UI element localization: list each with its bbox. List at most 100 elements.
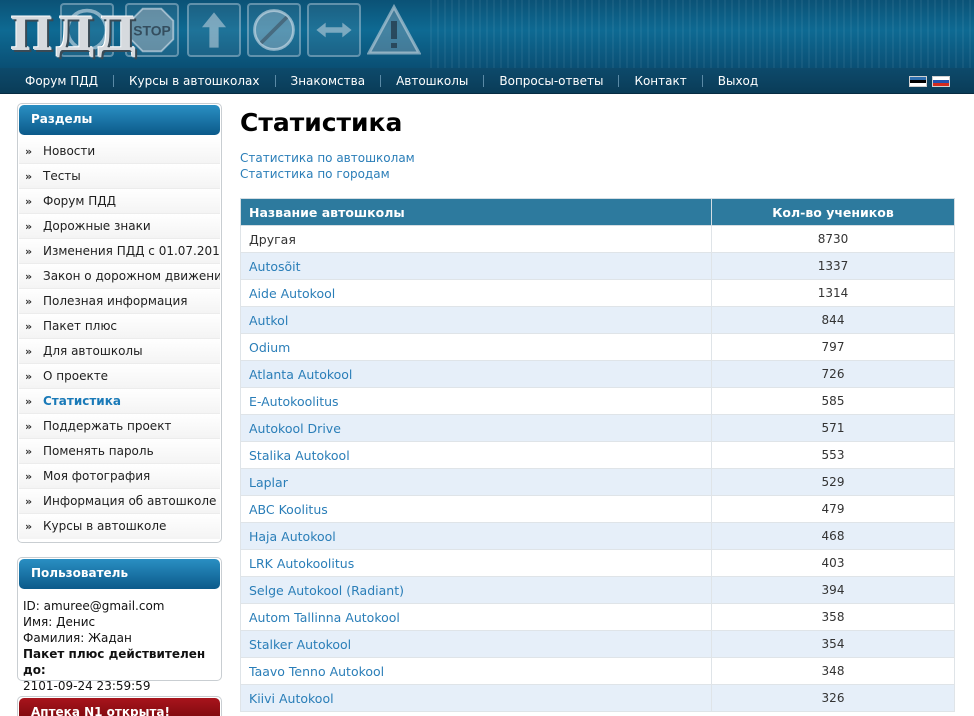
table-row: Autkol 844	[240, 306, 955, 334]
school-name-link[interactable]: E-Autokoolitus	[240, 387, 712, 415]
table-row: E-Autokoolitus 585	[240, 387, 955, 415]
school-name-link[interactable]: Odium	[240, 333, 712, 361]
user-info: ID: amuree@gmail.com Имя: Денис Фамилия:…	[18, 590, 221, 700]
school-name: Другая	[240, 225, 712, 253]
no-restriction-sign-icon	[247, 3, 301, 57]
nav-driving-courses[interactable]: Курсы в автошколах	[114, 74, 274, 88]
nav-logout[interactable]: Выход	[703, 74, 773, 88]
menu-item-label: Форум ПДД	[43, 194, 117, 208]
menu-bullet-icon: »	[25, 245, 33, 258]
student-count: 403	[711, 549, 955, 577]
menu-bullet-icon: »	[25, 220, 33, 233]
menu-item-label: Изменения ПДД с 01.07.2011 г.	[43, 244, 220, 258]
table-row: Autosõit 1337	[240, 252, 955, 280]
sections-menu: » Новости » Тесты » Форум ПДД » Дорожные зна…	[18, 136, 221, 542]
school-name-link[interactable]: LRK Autokoolitus	[240, 549, 712, 577]
school-name-link[interactable]: Haja Autokool	[240, 522, 712, 550]
nav-contact[interactable]: Контакт	[619, 74, 701, 88]
menu-item-my-photo[interactable]: » Моя фотография	[19, 464, 220, 489]
table-row: Stalker Autokool 354	[240, 630, 955, 658]
page-title: Статистика	[240, 108, 403, 137]
nav-dating[interactable]: Знакомства	[276, 74, 381, 88]
menu-item-useful-info[interactable]: » Полезная информация	[19, 289, 220, 314]
menu-item-school-courses[interactable]: » Курсы в автошколе	[19, 514, 220, 539]
table-row: Aide Autokool 1314	[240, 279, 955, 307]
student-count: 468	[711, 522, 955, 550]
menu-item-change-password[interactable]: » Поменять пароль	[19, 439, 220, 464]
svg-text:STOP: STOP	[133, 23, 171, 39]
menu-item-road-signs[interactable]: » Дорожные знаки	[19, 214, 220, 239]
user-last-name: Фамилия: Жадан	[23, 631, 132, 645]
nav-driving-schools[interactable]: Автошколы	[381, 74, 483, 88]
school-name-link[interactable]: Autosõit	[240, 252, 712, 280]
menu-bullet-icon: »	[25, 170, 33, 183]
student-count: 358	[711, 603, 955, 631]
menu-item-statistics[interactable]: » Статистика	[19, 389, 220, 414]
statistics-table: Название автошколы Кол-во учеников Друга…	[240, 198, 955, 712]
menu-bullet-icon: »	[25, 370, 33, 383]
menu-item-traffic-law[interactable]: » Закон о дорожном движении	[19, 264, 220, 289]
student-count: 553	[711, 441, 955, 469]
table-row: Stalika Autokool 553	[240, 441, 955, 469]
menu-item-label: Поддержать проект	[43, 419, 172, 433]
menu-item-label: Моя фотография	[43, 469, 151, 483]
school-name-link[interactable]: Stalika Autokool	[240, 441, 712, 469]
language-switcher	[909, 76, 950, 87]
menu-item-label: Полезная информация	[43, 294, 188, 308]
site-logo[interactable]: ПДД	[10, 8, 138, 60]
school-name-link[interactable]: Autkol	[240, 306, 712, 334]
student-count: 348	[711, 657, 955, 685]
promo-title[interactable]: Аптека N1 открыта!	[19, 698, 220, 716]
table-row: Laplar 529	[240, 468, 955, 496]
link-stats-by-school[interactable]: Статистика по автошколам	[240, 151, 415, 165]
student-count: 797	[711, 333, 955, 361]
menu-item-label: Информация об автошколе	[43, 494, 217, 508]
table-row: Autom Tallinna Autokool 358	[240, 603, 955, 631]
russian-flag-icon[interactable]	[932, 76, 950, 87]
table-row: Haja Autokool 468	[240, 522, 955, 550]
school-name-link[interactable]: Autom Tallinna Autokool	[240, 603, 712, 631]
school-name-link[interactable]: Stalker Autokool	[240, 630, 712, 658]
school-name-link[interactable]: Taavo Tenno Autokool	[240, 657, 712, 685]
menu-item-label: Тесты	[43, 169, 81, 183]
estonian-flag-icon[interactable]	[909, 76, 927, 87]
menu-item-news[interactable]: » Новости	[19, 139, 220, 164]
menu-item-tests[interactable]: » Тесты	[19, 164, 220, 189]
menu-item-for-schools[interactable]: » Для автошколы	[19, 339, 220, 364]
menu-item-label: Статистика	[43, 394, 121, 408]
nav-forum-pdd[interactable]: Форум ПДД	[10, 74, 113, 88]
menu-item-label: Курсы в автошколе	[43, 519, 167, 533]
table-row: LRK Autokoolitus 403	[240, 549, 955, 577]
link-stats-by-city[interactable]: Статистика по городам	[240, 167, 390, 181]
menu-item-support[interactable]: » Поддержать проект	[19, 414, 220, 439]
menu-item-label: Для автошколы	[43, 344, 143, 358]
school-name-link[interactable]: Aide Autokool	[240, 279, 712, 307]
menu-item-rule-changes[interactable]: » Изменения ПДД с 01.07.2011 г.	[19, 239, 220, 264]
table-row: Kiivi Autokool 326	[240, 684, 955, 712]
menu-bullet-icon: »	[25, 420, 33, 433]
school-name-link[interactable]: Atlanta Autokool	[240, 360, 712, 388]
warning-sign-icon	[367, 3, 421, 57]
menu-item-forum[interactable]: » Форум ПДД	[19, 189, 220, 214]
menu-bullet-icon: »	[25, 145, 33, 158]
menu-item-school-info[interactable]: » Информация об автошколе	[19, 489, 220, 514]
menu-bullet-icon: »	[25, 270, 33, 283]
school-name-link[interactable]: Kiivi Autokool	[240, 684, 712, 712]
menu-item-plus-package[interactable]: » Пакет плюс	[19, 314, 220, 339]
arrow-up-sign-icon	[187, 3, 241, 57]
student-count: 529	[711, 468, 955, 496]
student-count: 726	[711, 360, 955, 388]
menu-bullet-icon: »	[25, 445, 33, 458]
menu-item-label: Поменять пароль	[43, 444, 154, 458]
plus-package-label: Пакет плюс действителен до:	[23, 647, 206, 677]
nav-faq[interactable]: Вопросы-ответы	[484, 74, 618, 88]
menu-bullet-icon: »	[25, 395, 33, 408]
menu-item-about[interactable]: » О проекте	[19, 364, 220, 389]
school-name-link[interactable]: Laplar	[240, 468, 712, 496]
menu-bullet-icon: »	[25, 320, 33, 333]
school-name-link[interactable]: ABC Koolitus	[240, 495, 712, 523]
school-name-link[interactable]: Selge Autokool (Radiant)	[240, 576, 712, 604]
school-name-link[interactable]: Autokool Drive	[240, 414, 712, 442]
menu-bullet-icon: »	[25, 295, 33, 308]
site-header: STOP ПДД	[0, 0, 974, 68]
